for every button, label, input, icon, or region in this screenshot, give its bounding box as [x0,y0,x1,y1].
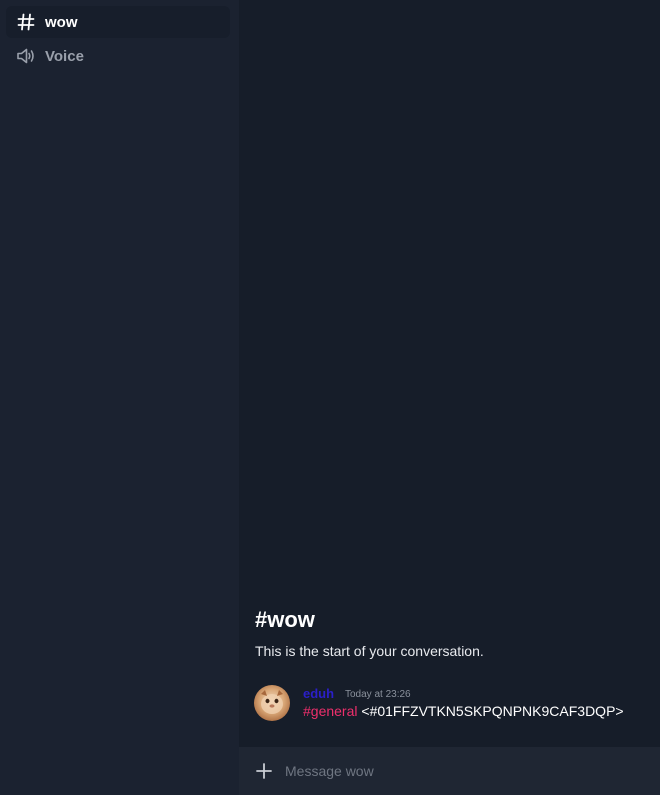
avatar[interactable] [254,685,290,721]
message-timestamp: Today at 23:26 [345,689,411,700]
channel-label: wow [45,13,78,31]
conversation-subtitle: This is the start of your conversation. [255,643,484,659]
speaker-icon [16,46,36,66]
channel-mention[interactable]: #general [303,703,358,719]
message-content: #general <#01FFZVTKN5SKPQNPNK9CAF3DQP> [303,703,624,719]
channel-sidebar: wow Voice [0,0,239,795]
message-input[interactable] [285,759,645,783]
message-composer [239,747,660,795]
message-author[interactable]: eduh [303,686,334,701]
message-area: #wow This is the start of your conversat… [239,0,660,795]
channel-item-voice[interactable]: Voice [6,40,230,72]
channel-label: Voice [45,47,84,65]
add-attachment-icon[interactable] [254,761,274,781]
channel-item-wow[interactable]: wow [6,6,230,38]
conversation-title: #wow [255,607,315,632]
hash-icon [16,12,36,32]
message-text: <#01FFZVTKN5SKPQNPNK9CAF3DQP> [361,703,624,719]
